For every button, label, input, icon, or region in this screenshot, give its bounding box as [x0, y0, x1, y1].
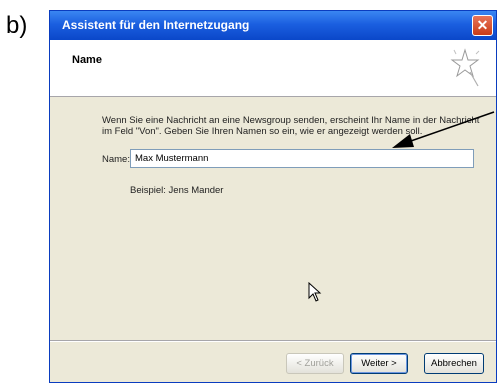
panel-label: b)	[6, 12, 28, 39]
page-title: Name	[72, 54, 102, 66]
back-button[interactable]: < Zurück	[286, 353, 344, 374]
window-title: Assistent für den Internetzugang	[62, 18, 250, 32]
next-button[interactable]: Weiter >	[350, 353, 408, 374]
cancel-button[interactable]: Abbrechen	[424, 353, 484, 374]
example-text: Beispiel: Jens Mander	[130, 185, 224, 196]
title-bar[interactable]: Assistent für den Internetzugang ✕	[50, 11, 496, 40]
name-input[interactable]	[130, 149, 474, 168]
close-button[interactable]: ✕	[472, 15, 493, 36]
wizard-window: Assistent für den Internetzugang ✕ Name …	[49, 10, 497, 383]
footer-divider	[50, 340, 496, 342]
name-label: Name:	[102, 154, 130, 165]
mouse-pointer-icon	[308, 282, 322, 302]
description-text: Wenn Sie eine Nachricht an eine Newsgrou…	[102, 115, 480, 137]
wizard-header: Name	[50, 40, 496, 97]
wizard-star-icon	[450, 48, 480, 87]
